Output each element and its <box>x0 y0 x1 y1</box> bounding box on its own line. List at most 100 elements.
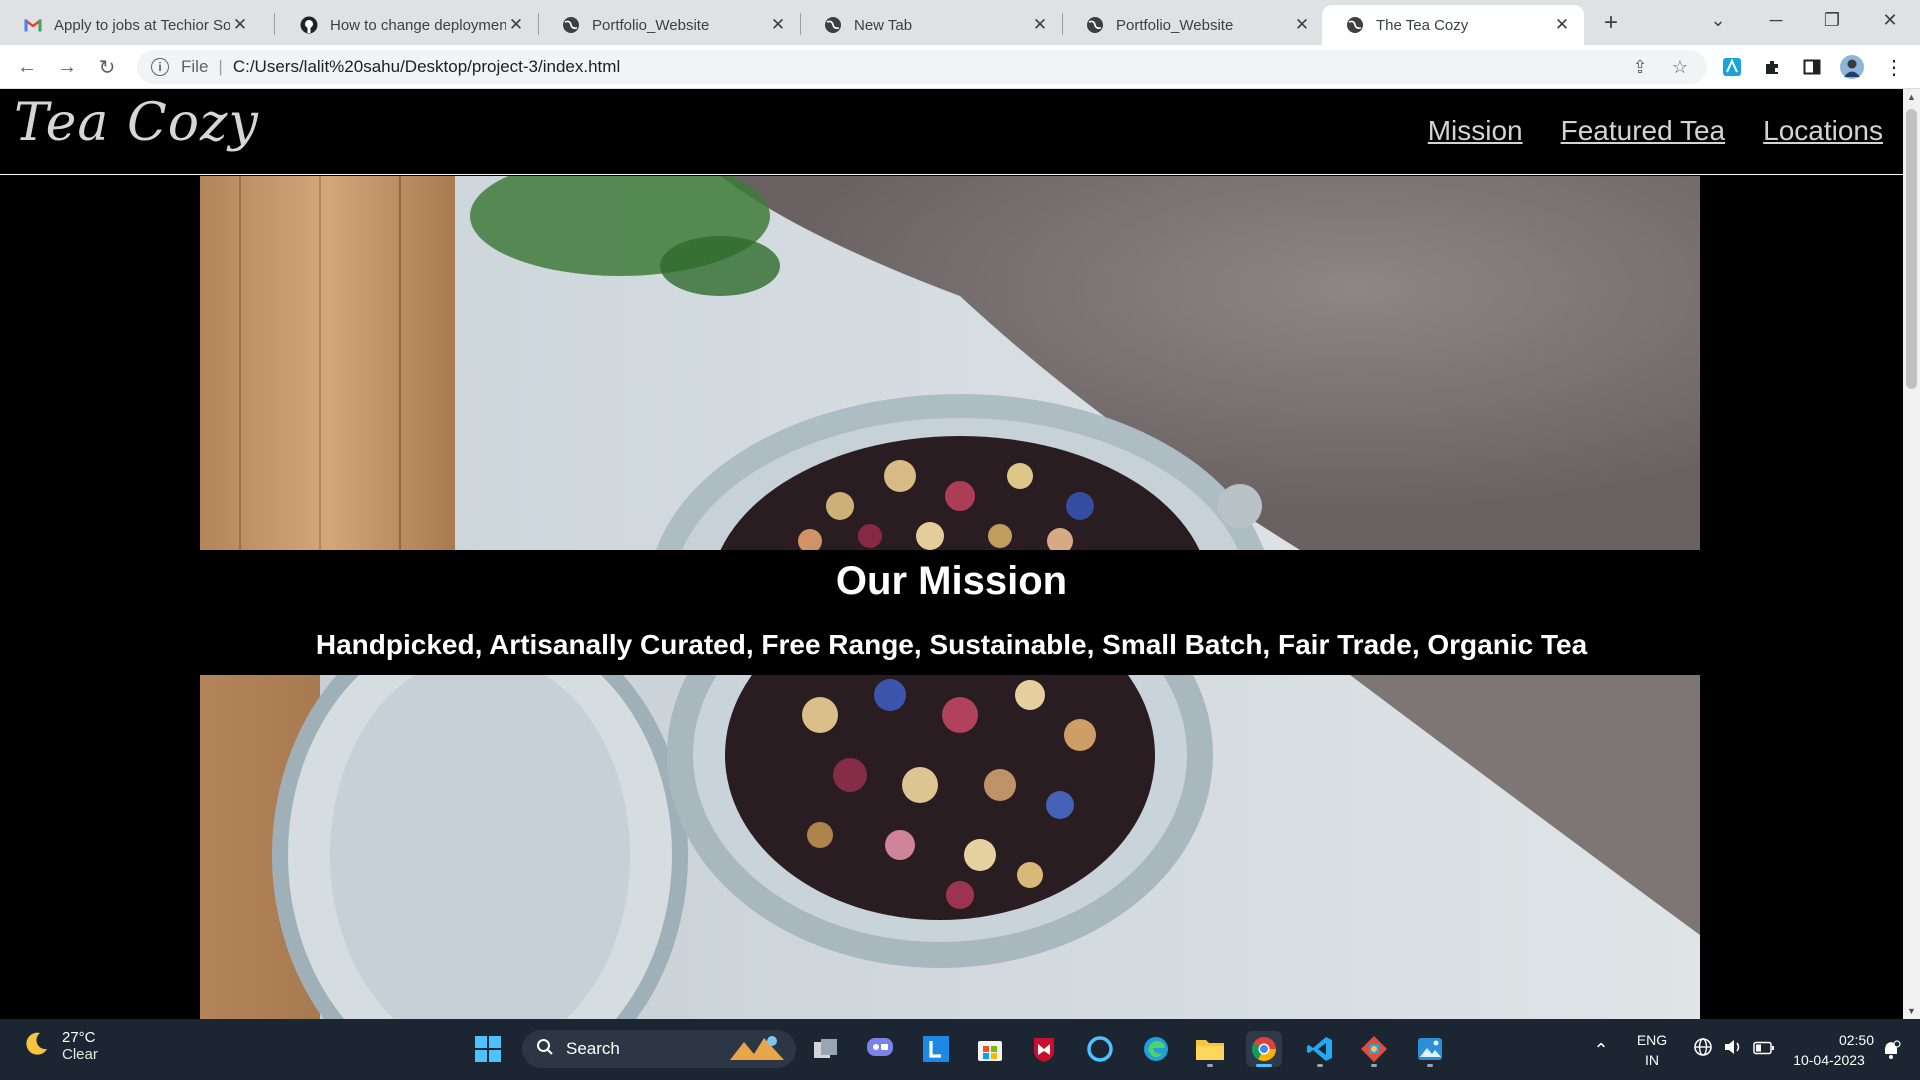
vscode-icon[interactable] <box>1302 1031 1338 1067</box>
nav-link-locations[interactable]: Locations <box>1763 115 1883 147</box>
tab-title: Apply to jobs at Techior Sol <box>54 16 230 34</box>
clock[interactable]: 02:50 10-04-2023 <box>1784 1019 1874 1080</box>
side-panel-icon[interactable] <box>1796 51 1828 83</box>
site-logo[interactable]: Tea Cozy <box>14 93 259 153</box>
search-label: Search <box>566 1039 620 1058</box>
microsoft-store-icon[interactable] <box>972 1031 1008 1067</box>
git-app-icon[interactable] <box>1356 1031 1392 1067</box>
tab-search-chevron-icon[interactable]: ⌄ <box>1690 0 1746 40</box>
search-highlight-icon <box>728 1032 786 1067</box>
chrome-icon[interactable] <box>1246 1031 1282 1067</box>
running-indicator <box>1427 1064 1433 1067</box>
moon-icon <box>22 1030 50 1063</box>
extension-icon[interactable] <box>1716 51 1748 83</box>
clock-date: 10-04-2023 <box>1793 1051 1865 1068</box>
photos-icon[interactable] <box>1412 1031 1448 1067</box>
globe-icon <box>1346 16 1364 34</box>
file-explorer-icon[interactable] <box>1192 1031 1228 1067</box>
tab-title: Portfolio_Website <box>592 16 710 34</box>
tab-github[interactable]: How to change deploymen ✕ <box>276 5 538 45</box>
volume-icon <box>1723 1037 1743 1062</box>
network-icon <box>1693 1037 1713 1062</box>
close-tab-icon[interactable]: ✕ <box>1030 15 1050 35</box>
puzzle-extensions-icon[interactable] <box>1756 51 1788 83</box>
restore-button[interactable]: ❐ <box>1804 0 1860 40</box>
hero-image-top <box>200 176 1700 550</box>
scroll-up-arrow-icon[interactable]: ▲ <box>1903 89 1920 105</box>
bookmark-star-icon[interactable]: ☆ <box>1665 50 1695 84</box>
close-tab-icon[interactable]: ✕ <box>1552 15 1572 35</box>
clock-time: 02:50 <box>1838 1031 1874 1048</box>
weather-widget[interactable]: 27°C Clear <box>22 1029 98 1063</box>
windows-taskbar: 27°C Clear Search ⌃ ENG IN 02:50 10-04-2… <box>0 1019 1920 1080</box>
active-indicator <box>1256 1064 1272 1067</box>
globe-icon <box>824 16 842 34</box>
tab-title: New Tab <box>854 16 913 34</box>
site-info-icon[interactable]: i <box>151 58 169 76</box>
weather-temp: 27°C <box>62 1029 96 1046</box>
scrollbar-thumb[interactable] <box>1906 109 1917 389</box>
browser-toolbar: ← → ↻ i File | C:/Users/lalit%20sahu/Des… <box>0 45 1920 89</box>
tab-portfolio-2[interactable]: Portfolio_Website ✕ <box>1062 5 1324 45</box>
url-text: C:/Users/lalit%20sahu/Desktop/project-3/… <box>232 57 621 76</box>
task-view-icon[interactable] <box>808 1031 844 1067</box>
tab-gmail[interactable]: Apply to jobs at Techior Sol ✕ <box>0 5 262 45</box>
page-viewport: Tea Cozy Mission Featured Tea Locations <box>0 89 1903 1019</box>
profile-avatar[interactable] <box>1836 51 1868 83</box>
mcafee-icon[interactable] <box>1026 1031 1062 1067</box>
minimize-button[interactable]: ─ <box>1748 0 1804 40</box>
nav-link-mission[interactable]: Mission <box>1428 115 1523 147</box>
forward-button[interactable]: → <box>51 51 83 83</box>
url-scheme: File <box>181 57 209 76</box>
new-tab-button[interactable]: + <box>1596 8 1626 38</box>
cortana-icon[interactable] <box>1082 1031 1118 1067</box>
close-tab-icon[interactable]: ✕ <box>768 15 788 35</box>
language-region: IN <box>1645 1051 1659 1068</box>
back-button[interactable]: ← <box>11 51 43 83</box>
close-tab-icon[interactable]: ✕ <box>230 15 250 35</box>
l-app-icon[interactable] <box>918 1031 954 1067</box>
close-window-button[interactable]: ✕ <box>1862 0 1918 40</box>
globe-icon <box>562 16 580 34</box>
close-tab-icon[interactable]: ✕ <box>506 15 526 35</box>
menu-kebab-icon[interactable]: ⋮ <box>1878 51 1910 83</box>
search-icon <box>536 1038 554 1061</box>
battery-icon <box>1753 1040 1775 1060</box>
hero-image-bottom <box>200 675 1700 1019</box>
nav-link-featured-tea[interactable]: Featured Tea <box>1561 115 1726 147</box>
github-icon <box>300 16 318 34</box>
edge-icon[interactable] <box>1138 1031 1174 1067</box>
globe-icon <box>1086 16 1104 34</box>
site-nav: Mission Featured Tea Locations <box>1428 115 1883 147</box>
scroll-down-arrow-icon[interactable]: ▼ <box>1903 1003 1920 1019</box>
running-indicator <box>1371 1064 1377 1067</box>
tab-portfolio-1[interactable]: Portfolio_Website ✕ <box>538 5 800 45</box>
share-icon[interactable]: ⇪ <box>1625 50 1655 84</box>
notification-bell-icon[interactable] <box>1874 1019 1908 1080</box>
page-scrollbar[interactable]: ▲ ▼ <box>1903 89 1920 1019</box>
site-header: Tea Cozy Mission Featured Tea Locations <box>0 89 1903 175</box>
tab-strip: Apply to jobs at Techior Sol ✕ How to ch… <box>0 0 1920 45</box>
running-indicator <box>1207 1064 1213 1067</box>
url-separator: | <box>218 57 223 76</box>
system-tray-icons[interactable] <box>1684 1019 1784 1080</box>
tab-tea-cozy[interactable]: The Tea Cozy ✕ <box>1322 5 1584 45</box>
tab-title: The Tea Cozy <box>1376 16 1469 34</box>
mission-title: Our Mission <box>835 559 1068 603</box>
reload-button[interactable]: ↻ <box>91 51 123 83</box>
taskbar-search[interactable]: Search <box>522 1030 796 1068</box>
language-indicator[interactable]: ENG IN <box>1632 1019 1672 1080</box>
address-bar[interactable]: i File | C:/Users/lalit%20sahu/Desktop/p… <box>137 50 1707 84</box>
chat-icon[interactable] <box>862 1031 898 1067</box>
mission-subtitle: Handpicked, Artisanally Curated, Free Ra… <box>315 629 1588 660</box>
tab-title: How to change deploymen <box>330 16 506 34</box>
running-indicator <box>1317 1064 1323 1067</box>
tab-divider <box>274 13 275 35</box>
language-code: ENG <box>1636 1031 1668 1048</box>
windows-start-icon[interactable] <box>470 1031 506 1067</box>
show-hidden-icons-chevron-icon[interactable]: ⌃ <box>1584 1019 1618 1080</box>
tab-new-tab[interactable]: New Tab ✕ <box>800 5 1062 45</box>
close-tab-icon[interactable]: ✕ <box>1292 15 1312 35</box>
gmail-icon <box>24 16 42 34</box>
tab-title: Portfolio_Website <box>1116 16 1234 34</box>
